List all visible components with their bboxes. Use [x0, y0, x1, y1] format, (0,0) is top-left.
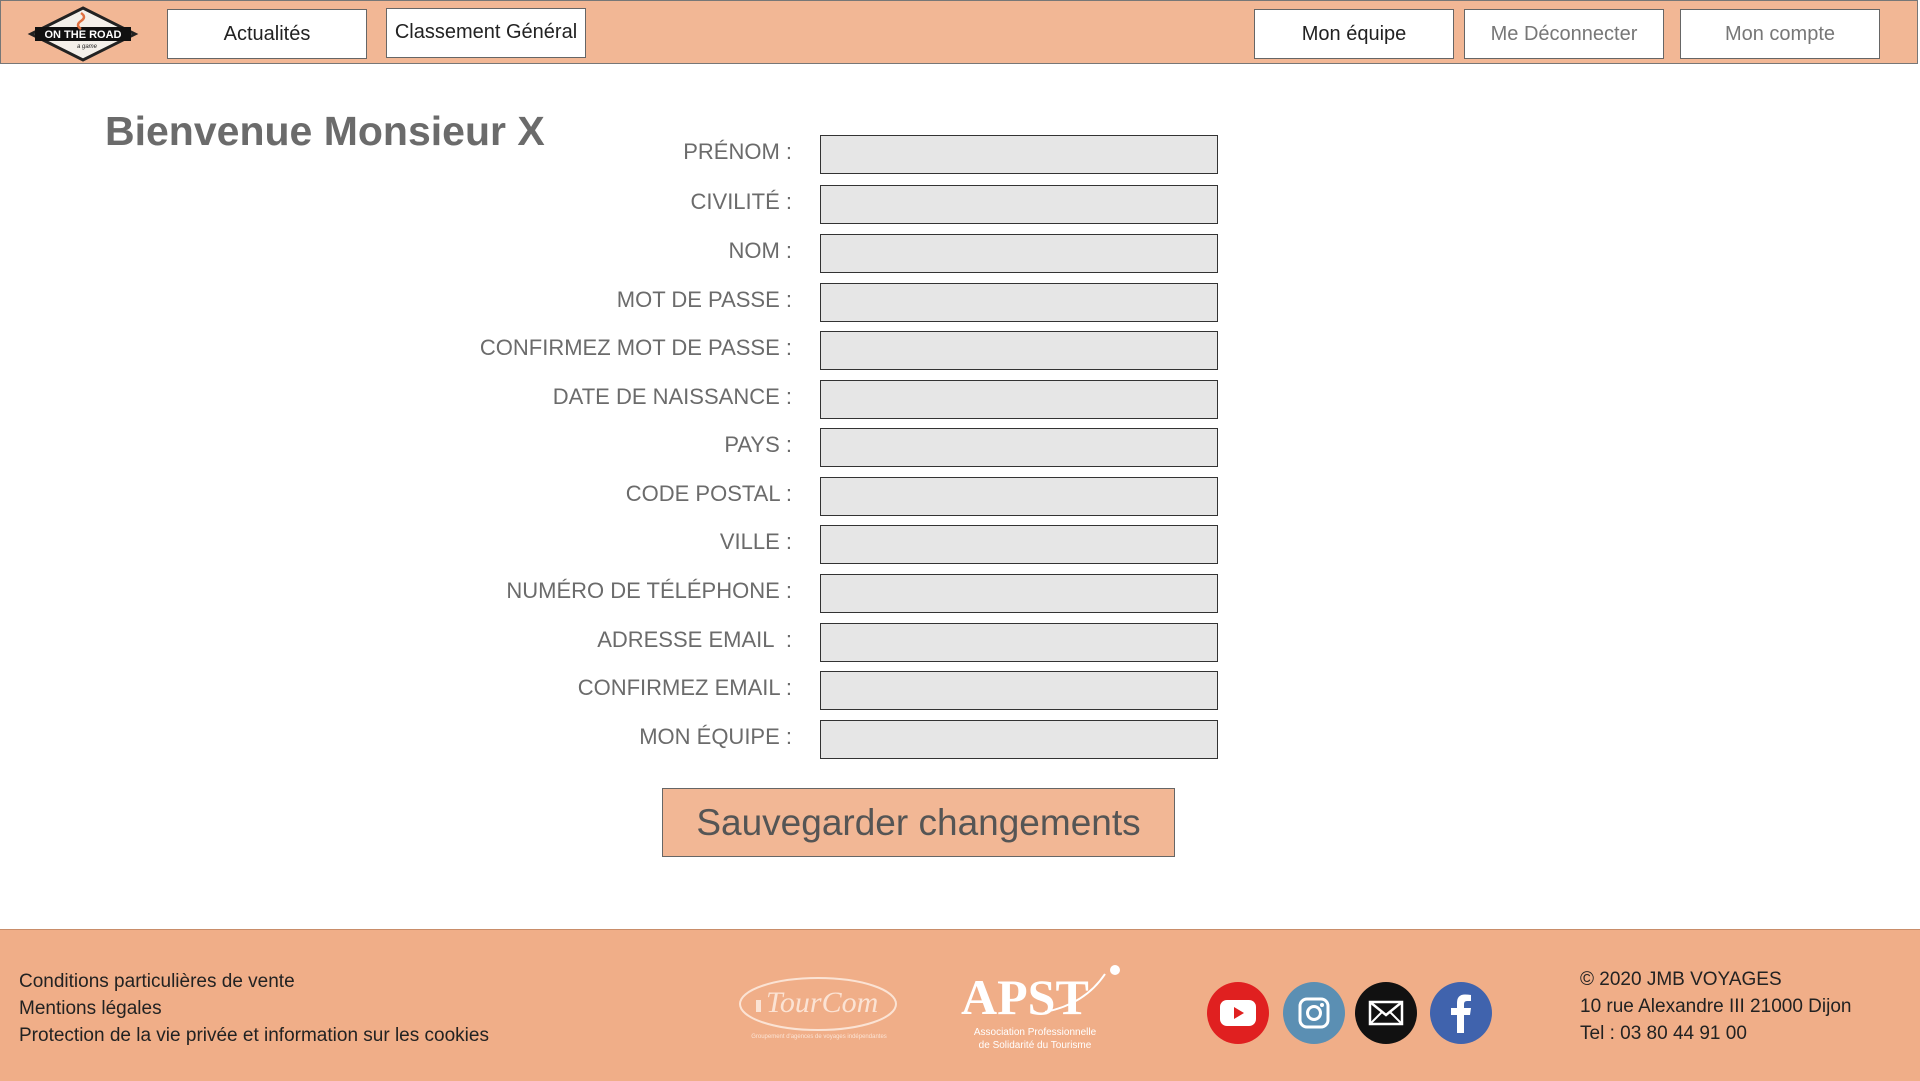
nav-classement-general-button[interactable]: Classement Général — [386, 8, 586, 58]
copyright-text: © 2020 JMB VOYAGES — [1580, 969, 1782, 990]
svg-text:TourCom: TourCom — [766, 986, 878, 1019]
code-postal-input[interactable] — [820, 477, 1218, 516]
logout-button[interactable]: Me Déconnecter — [1464, 9, 1664, 59]
svg-text:de Solidarité du Tourisme: de Solidarité du Tourisme — [979, 1040, 1092, 1051]
confirmez-email-input[interactable] — [820, 671, 1218, 710]
pays-input[interactable] — [820, 428, 1218, 467]
mail-icon[interactable] — [1355, 982, 1417, 1044]
ville-input[interactable] — [820, 525, 1218, 564]
instagram-icon[interactable] — [1283, 982, 1345, 1044]
svg-text:ON THE ROAD: ON THE ROAD — [45, 29, 122, 41]
footer-links: Conditions particulières de vente Mentio… — [19, 968, 489, 1049]
top-navbar: ON THE ROAD a game Actualités Classement… — [0, 0, 1918, 64]
form-row-ville: VILLE : — [0, 525, 1220, 565]
form-row-email: ADRESSE EMAIL : — [0, 623, 1220, 663]
confirmez-mot-de-passe-input[interactable] — [820, 331, 1218, 370]
form-row-date-de-naissance: DATE DE NAISSANCE : — [0, 380, 1220, 420]
nav-actualites-button[interactable]: Actualités — [167, 9, 367, 59]
form-row-pays: PAYS : — [0, 428, 1220, 468]
svg-text:Groupement d'agences de voyage: Groupement d'agences de voyages indépend… — [751, 1034, 887, 1040]
save-changes-button[interactable]: Sauvegarder changements — [662, 788, 1175, 857]
date-de-naissance-input[interactable] — [820, 380, 1218, 419]
form-row-code-postal: CODE POSTAL : — [0, 477, 1220, 517]
svg-text:a game: a game — [77, 44, 98, 50]
on-the-road-logo[interactable]: ON THE ROAD a game — [27, 5, 139, 63]
footer-link-cgv[interactable]: Conditions particulières de vente — [19, 968, 489, 995]
nom-input[interactable] — [820, 234, 1218, 273]
ville-label: VILLE : — [719, 529, 792, 554]
mon-compte-button[interactable]: Mon compte — [1680, 9, 1880, 59]
form-row-telephone: NUMÉRO DE TÉLÉPHONE : — [0, 574, 1220, 614]
form-row-confirmez-email: CONFIRMEZ EMAIL : — [0, 671, 1220, 711]
form-row-mot-de-passe: MOT DE PASSE : — [0, 283, 1220, 323]
tourcom-logo: TourCom Groupement d'agences de voyages … — [739, 977, 897, 1040]
telephone-input[interactable] — [820, 574, 1218, 613]
confirmez-email-label: CONFIRMEZ EMAIL : — [577, 675, 792, 700]
form-row-confirmez-mot-de-passe: CONFIRMEZ MOT DE PASSE : — [0, 331, 1220, 371]
telephone-label: NUMÉRO DE TÉLÉPHONE : — [506, 578, 792, 603]
nav-mon-equipe-button[interactable]: Mon équipe — [1254, 9, 1454, 59]
pays-label: PAYS : — [724, 432, 792, 457]
youtube-icon[interactable] — [1207, 982, 1269, 1044]
code-postal-label: CODE POSTAL : — [625, 481, 792, 506]
form-row-nom: NOM : — [0, 234, 1220, 274]
form-row-civilite: CIVILITÉ : — [0, 185, 1220, 225]
confirmez-mot-de-passe-label: CONFIRMEZ MOT DE PASSE : — [479, 335, 792, 360]
facebook-icon[interactable] — [1430, 982, 1492, 1044]
footer-link-privacy[interactable]: Protection de la vie privée et informati… — [19, 1022, 489, 1049]
form-row-mon-equipe: MON ÉQUIPE : — [0, 720, 1220, 760]
svg-text:APST: APST — [961, 969, 1089, 1025]
form-row-prenom: PRÉNOM : — [0, 135, 1220, 175]
civilite-label: CIVILITÉ : — [690, 189, 792, 214]
mon-equipe-input[interactable] — [820, 720, 1218, 759]
nom-label: NOM : — [728, 238, 792, 263]
mot-de-passe-input[interactable] — [820, 283, 1218, 322]
mot-de-passe-label: MOT DE PASSE : — [616, 287, 792, 312]
address-text: 10 rue Alexandre III 21000 Dijon — [1580, 996, 1852, 1017]
svg-text:Association Professionnelle: Association Professionnelle — [974, 1027, 1097, 1038]
phone-text: Tel : 03 80 44 91 00 — [1580, 1023, 1747, 1044]
mon-equipe-label: MON ÉQUIPE : — [639, 724, 792, 749]
apst-logo: APST Association Professionnelle de Soli… — [961, 965, 1120, 1051]
footer: Conditions particulières de vente Mentio… — [0, 929, 1920, 1081]
email-input[interactable] — [820, 623, 1218, 662]
civilite-input[interactable] — [820, 185, 1218, 224]
prenom-input[interactable] — [820, 135, 1218, 174]
contact-info: © 2020 JMB VOYAGES 10 rue Alexandre III … — [1580, 966, 1851, 1047]
email-label: ADRESSE EMAIL : — [597, 627, 792, 652]
footer-link-mentions-legales[interactable]: Mentions légales — [19, 995, 489, 1022]
date-de-naissance-label: DATE DE NAISSANCE : — [552, 384, 792, 409]
prenom-label: PRÉNOM : — [683, 139, 792, 164]
